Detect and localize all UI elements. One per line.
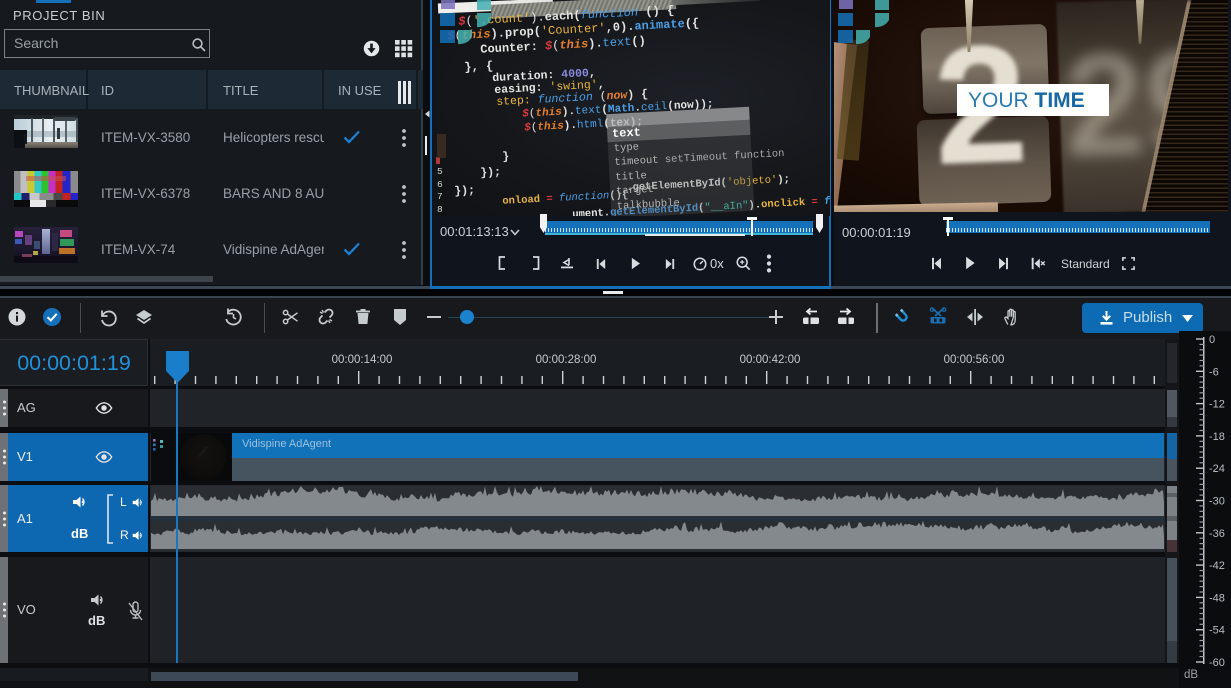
svg-text:-42: -42 bbox=[1209, 560, 1225, 572]
svg-text:-36: -36 bbox=[1209, 528, 1225, 540]
svg-text:-18: -18 bbox=[1209, 431, 1225, 443]
svg-text:-6: -6 bbox=[1209, 366, 1219, 378]
svg-text:-48: -48 bbox=[1209, 592, 1225, 604]
svg-text:-24: -24 bbox=[1209, 463, 1225, 475]
svg-text:-30: -30 bbox=[1209, 496, 1225, 508]
svg-text:-12: -12 bbox=[1209, 399, 1225, 411]
svg-text:-54: -54 bbox=[1209, 625, 1225, 637]
svg-text:0: 0 bbox=[1209, 334, 1215, 346]
svg-text:-60: -60 bbox=[1209, 657, 1225, 669]
